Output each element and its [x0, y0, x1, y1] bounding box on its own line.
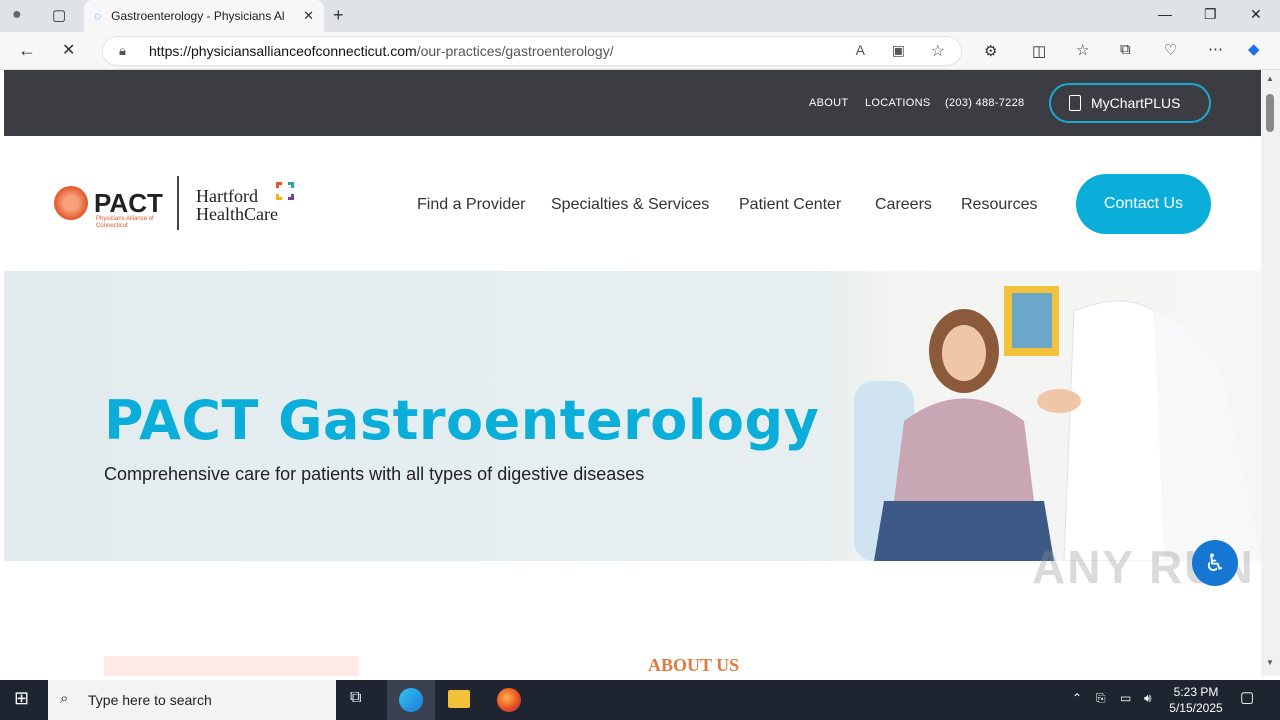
mychart-button[interactable]: MyChartPLUS	[1049, 83, 1211, 123]
back-icon[interactable]: ←	[18, 40, 36, 61]
task-view-icon[interactable]: ⧉	[350, 690, 361, 706]
browser-essentials-icon[interactable]: ♡	[1164, 41, 1177, 59]
more-menu-icon[interactable]: ⋯	[1208, 40, 1223, 58]
hhc-line1: Hartford	[196, 186, 258, 206]
pact-logo[interactable]: PACT Physicians Alliance of Connecticut	[54, 186, 163, 229]
clock-date: 5/15/2025	[1169, 701, 1223, 715]
scroll-down-icon[interactable]: ▼	[1266, 658, 1274, 667]
hhc-line2: HealthCare	[196, 204, 278, 224]
nav-careers[interactable]: Careers	[875, 196, 932, 214]
favorites-icon[interactable]: ☆	[1076, 41, 1089, 59]
nav-resources[interactable]: Resources	[961, 196, 1037, 214]
network-icon[interactable]: ⎘	[1096, 690, 1106, 706]
profile-icon[interactable]: ●	[12, 6, 22, 24]
wifi-icon[interactable]: ▭	[1120, 690, 1131, 706]
stop-loading-icon[interactable]: ✕	[62, 40, 75, 60]
scroll-up-icon[interactable]: ▲	[1266, 74, 1274, 83]
file-explorer-icon[interactable]	[448, 690, 470, 708]
url-path: /our-practices/gastroenterology/	[416, 43, 614, 59]
nav-specialties[interactable]: Specialties & Services	[551, 196, 709, 214]
copilot-icon[interactable]: ◆	[1248, 40, 1260, 58]
hero-title: PACT Gastroenterology	[104, 389, 820, 452]
address-bar-row: ← ✕ 🔒︎ https://physiciansallianceofconne…	[0, 32, 1280, 70]
about-heading: ABOUT US	[648, 655, 740, 675]
extensions-icon[interactable]: ⚙	[984, 42, 997, 60]
hhc-mark-icon	[276, 182, 294, 200]
nav-find-provider[interactable]: Find a Provider	[417, 196, 526, 214]
pact-tagline: Physicians Alliance of Connecticut	[96, 216, 154, 229]
windows-start-icon[interactable]: ⊞	[14, 689, 29, 707]
pact-sun-icon	[54, 186, 88, 220]
tray-chevron-icon[interactable]: ⌃	[1072, 690, 1082, 706]
minimize-icon[interactable]: —	[1158, 6, 1172, 22]
firefox-icon[interactable]	[497, 688, 521, 712]
hero-banner: PACT Gastroenterology Comprehensive care…	[4, 271, 1261, 561]
immersive-reader-icon[interactable]: ▣	[892, 42, 905, 59]
search-placeholder: Type here to search	[88, 692, 212, 708]
contact-us-button[interactable]: Contact Us	[1076, 174, 1211, 234]
close-window-icon[interactable]: ✕	[1250, 6, 1262, 23]
scroll-thumb[interactable]	[1266, 94, 1274, 132]
search-icon: ⌕	[60, 690, 69, 707]
nav-patient-center[interactable]: Patient Center	[739, 196, 841, 214]
clipboard-icon	[1069, 95, 1081, 111]
about-link[interactable]: ABOUT	[809, 97, 848, 109]
phone-link[interactable]: (203) 488-7228	[945, 97, 1024, 109]
hero-subtitle: Comprehensive care for patients with all…	[104, 464, 645, 484]
browser-tab[interactable]: ◌ Gastroenterology - Physicians Alli ✕	[84, 0, 324, 32]
url-field[interactable]: 🔒︎ https://physiciansallianceofconnectic…	[102, 36, 962, 66]
edge-icon	[399, 688, 423, 712]
notifications-icon[interactable]: ▢	[1240, 690, 1254, 706]
hartford-healthcare-logo[interactable]: Hartford HealthCare	[196, 187, 278, 223]
clock[interactable]: 5:23 PM 5/15/2025	[1168, 684, 1224, 716]
pact-wordmark: PACT	[94, 187, 163, 218]
new-tab-icon[interactable]: +	[333, 5, 344, 26]
hero-illustration	[854, 286, 1261, 561]
locations-link[interactable]: LOCATIONS	[865, 97, 930, 109]
utility-bar: ABOUT LOCATIONS (203) 488-7228 MyChartPL…	[4, 70, 1261, 136]
logo-divider	[177, 176, 179, 230]
about-image-placeholder	[104, 656, 359, 676]
taskbar: ⊞ ⌕ Type here to search ⧉ ⌃ ⎘ ▭ 🔊︎ 5:23 …	[0, 680, 1280, 720]
taskbar-search[interactable]: ⌕ Type here to search	[48, 680, 336, 720]
accessibility-icon[interactable]: ♿︎	[1192, 540, 1238, 586]
loading-icon: ◌	[94, 9, 102, 23]
edge-taskbar-button[interactable]	[387, 680, 435, 720]
volume-icon[interactable]: 🔊︎	[1144, 690, 1152, 706]
close-tab-icon[interactable]: ✕	[303, 8, 314, 24]
lock-icon: 🔒︎	[119, 43, 126, 58]
read-aloud-icon[interactable]: A	[856, 42, 865, 58]
split-screen-icon[interactable]: ◫	[1032, 42, 1046, 60]
tab-title: Gastroenterology - Physicians Alli	[111, 9, 286, 23]
clock-time: 5:23 PM	[1173, 685, 1219, 699]
tab-actions-icon[interactable]: ▢	[52, 6, 66, 24]
page-scrollbar[interactable]: ▲ ▼	[1261, 70, 1280, 676]
favorite-star-icon[interactable]: ☆	[931, 41, 945, 61]
browser-tab-bar: ● ▢ ◌ Gastroenterology - Physicians Alli…	[0, 0, 1280, 32]
hero-photo	[824, 271, 1261, 561]
collections-icon[interactable]: ⧉	[1120, 41, 1131, 58]
mychart-label: MyChartPLUS	[1091, 95, 1181, 111]
url-domain: https://physiciansallianceofconnecticut.…	[149, 43, 417, 59]
site-header: PACT Physicians Alliance of Connecticut …	[4, 136, 1261, 271]
restore-icon[interactable]: ❐	[1204, 6, 1217, 23]
